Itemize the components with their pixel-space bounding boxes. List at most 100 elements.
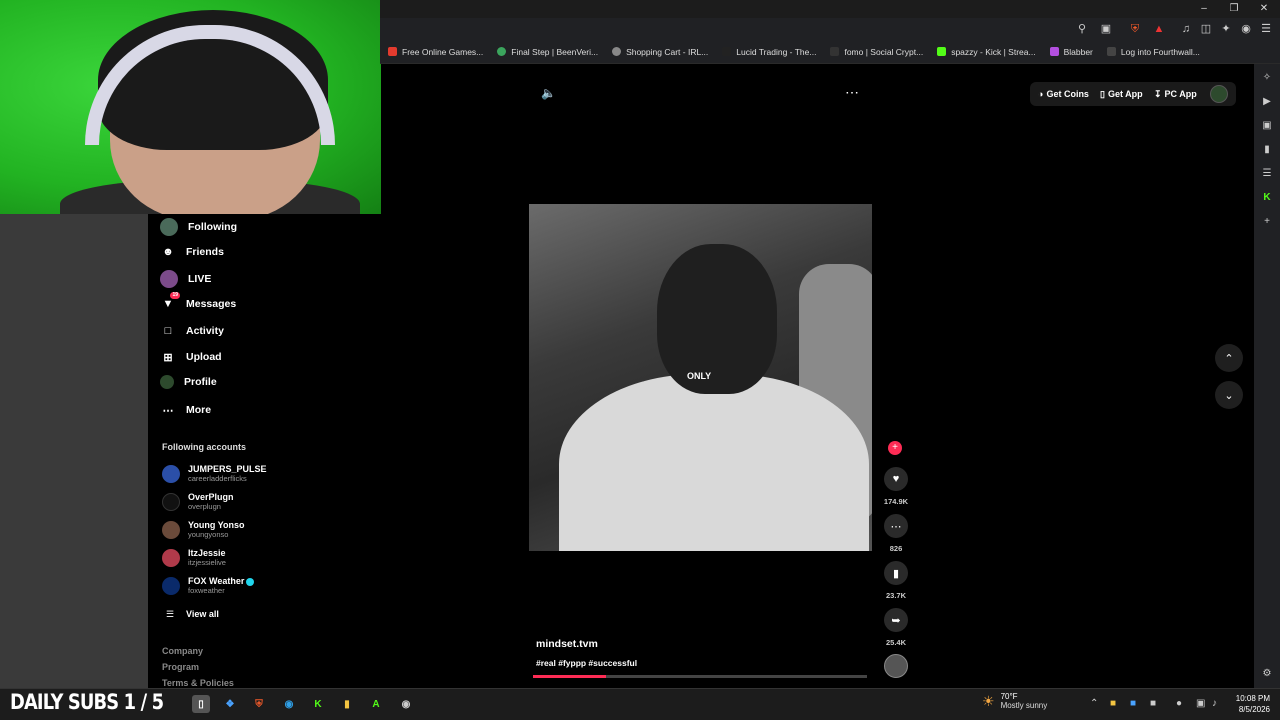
sidebar-item-friends[interactable]: ☻ Friends bbox=[160, 244, 224, 260]
search-icon[interactable]: ⚲ bbox=[1074, 21, 1090, 37]
sidebar-item-messages[interactable]: ▼ 19 Messages bbox=[160, 292, 236, 312]
heart-icon: ♥ bbox=[892, 473, 900, 485]
sidebar-item-label: Friends bbox=[186, 246, 224, 258]
video-progress-bar[interactable] bbox=[533, 675, 867, 678]
video-author[interactable]: mindset.tvm bbox=[536, 638, 598, 650]
brave-shield-icon[interactable]: ⛨ bbox=[1127, 21, 1143, 37]
bookmarks-side-icon[interactable]: ▮ bbox=[1259, 142, 1275, 158]
footer-link-company[interactable]: Company bbox=[162, 646, 203, 656]
more-options-icon[interactable]: ⋯ bbox=[845, 84, 859, 101]
tray-app-icon[interactable]: ■ bbox=[1110, 698, 1116, 709]
speaker-icon[interactable]: ♪ bbox=[1212, 698, 1217, 709]
sidebar-item-more[interactable]: ⋯ More bbox=[160, 402, 212, 418]
bookmark-favicon-icon bbox=[722, 47, 732, 56]
close-window-icon[interactable]: ✕ bbox=[1252, 1, 1276, 17]
minimize-icon[interactable]: – bbox=[1192, 1, 1216, 17]
network-icon[interactable]: ▣ bbox=[1196, 698, 1205, 709]
rewards-icon[interactable]: ▲ bbox=[1151, 21, 1167, 37]
bookmark-item[interactable]: Shopping Cart - IRL... bbox=[612, 47, 708, 57]
account-item[interactable]: Young Yonso youngyonso bbox=[162, 520, 245, 539]
bookmark-item[interactable]: fomo | Social Crypt... bbox=[830, 47, 923, 57]
account-item[interactable]: OverPlugn overplugn bbox=[162, 492, 234, 511]
cast-icon[interactable]: ▣ bbox=[1098, 21, 1114, 37]
account-handle: youngyonso bbox=[188, 530, 229, 539]
sidebar-item-upload[interactable]: ⊞ Upload bbox=[160, 349, 221, 365]
weather-widget[interactable]: ☀ 70°F Mostly sunny bbox=[982, 692, 1047, 710]
add-panel-icon[interactable]: + bbox=[1259, 214, 1275, 230]
restore-icon[interactable]: ❐ bbox=[1222, 1, 1246, 17]
sound-avatar[interactable] bbox=[884, 654, 908, 678]
save-button[interactable]: ▮ bbox=[884, 561, 908, 585]
edge-icon[interactable]: ◉ bbox=[280, 695, 298, 713]
account-item[interactable]: JUMPERS_PULSE careerladderflicks bbox=[162, 464, 267, 483]
share-icon: ➥ bbox=[891, 614, 901, 627]
volume-icon[interactable]: 🔈 bbox=[541, 86, 556, 100]
like-button[interactable]: ♥ bbox=[884, 467, 908, 491]
phone-icon: ▯ bbox=[1100, 88, 1105, 99]
video-progress-fill bbox=[533, 675, 607, 678]
bookmark-item[interactable]: Log into Fourthwall... bbox=[1106, 47, 1200, 57]
video-hashtags[interactable]: #real #fyppp #successful bbox=[536, 658, 637, 668]
footer-link-program[interactable]: Program bbox=[162, 662, 199, 672]
folder-icon[interactable]: ▮ bbox=[338, 695, 356, 713]
previous-video-button[interactable]: ⌃ bbox=[1215, 344, 1243, 372]
video-player[interactable]: ONLY bbox=[529, 204, 872, 551]
menu-icon[interactable]: ☰ bbox=[1258, 21, 1274, 37]
kick-icon[interactable]: K bbox=[1259, 190, 1275, 206]
get-coins-button[interactable]: ◑ Get Coins bbox=[1038, 86, 1089, 102]
next-video-button[interactable]: ⌄ bbox=[1215, 381, 1243, 409]
taskview-icon[interactable]: ▯ bbox=[192, 695, 210, 713]
account-name: JUMPERS_PULSE bbox=[188, 464, 267, 474]
bookmark-label: spazzy - Kick | Strea... bbox=[951, 46, 1036, 57]
sidebar-item-profile[interactable]: Profile bbox=[160, 375, 217, 389]
chevron-up-icon: ⌃ bbox=[1224, 352, 1234, 365]
account-item[interactable]: ItzJessie itzjessielive bbox=[162, 548, 226, 567]
vpn-icon[interactable]: ◉ bbox=[1238, 21, 1254, 37]
extensions-icon[interactable]: ✦ bbox=[1218, 21, 1234, 37]
reading-list-icon[interactable]: ☰ bbox=[1259, 166, 1275, 182]
chevron-up-tray-icon[interactable]: ⌃ bbox=[1090, 698, 1098, 709]
leo-ai-icon[interactable]: ✧ bbox=[1259, 70, 1275, 86]
account-item[interactable]: FOX Weather foxweather bbox=[162, 576, 255, 595]
settings-gear-icon[interactable]: ⚙ bbox=[1259, 666, 1275, 682]
bookmark-item[interactable]: Free Online Games... bbox=[388, 47, 483, 57]
wallet-icon[interactable]: ◫ bbox=[1198, 21, 1214, 37]
sidebar-item-live[interactable]: LIVE bbox=[160, 270, 211, 288]
brave-icon[interactable]: ⛨ bbox=[250, 695, 268, 713]
messages-icon: ▼ 19 bbox=[162, 292, 180, 310]
kick-taskbar-icon[interactable]: K bbox=[309, 695, 327, 713]
clock-time: 10:08 PM bbox=[1235, 694, 1270, 703]
follow-plus-icon[interactable]: + bbox=[888, 441, 902, 455]
get-app-button[interactable]: ▯ Get App bbox=[1100, 86, 1143, 102]
comment-button[interactable]: ⋯ bbox=[884, 514, 908, 538]
account-name-text: FOX Weather bbox=[188, 576, 245, 586]
share-button[interactable]: ➥ bbox=[884, 608, 908, 632]
pc-app-button[interactable]: ↧ PC App bbox=[1154, 86, 1197, 102]
account-handle: itzjessielive bbox=[188, 558, 226, 567]
account-name: Young Yonso bbox=[188, 520, 245, 530]
account-name: FOX Weather bbox=[188, 576, 255, 586]
obs-icon[interactable]: ◉ bbox=[397, 695, 415, 713]
wallet-side-icon[interactable]: ▣ bbox=[1259, 118, 1275, 134]
footer-link-terms[interactable]: Terms & Policies bbox=[162, 678, 234, 688]
app-a-icon[interactable]: A bbox=[367, 695, 385, 713]
app-icon[interactable]: ❖ bbox=[221, 695, 239, 713]
verified-badge-icon bbox=[246, 577, 255, 586]
sidebar-item-activity[interactable]: □ Activity bbox=[160, 323, 224, 339]
coin-icon: ◑ bbox=[1038, 89, 1044, 99]
bookmark-item[interactable]: Blabber bbox=[1049, 47, 1093, 57]
microphone-icon[interactable]: ● bbox=[1176, 698, 1182, 709]
tray-app-icon[interactable]: ■ bbox=[1130, 698, 1136, 709]
media-icon[interactable]: ▶ bbox=[1259, 94, 1275, 110]
bookmark-item[interactable]: Final Step | BeenVeri... bbox=[497, 47, 598, 57]
sidebar-item-following[interactable]: Following bbox=[160, 218, 237, 236]
bookmark-item[interactable]: Lucid Trading - The... bbox=[722, 47, 816, 57]
user-avatar[interactable] bbox=[1210, 85, 1228, 103]
view-all-link[interactable]: ☰ View all bbox=[162, 606, 219, 622]
clock[interactable]: 10:08 PM 8/5/2026 bbox=[1222, 693, 1270, 715]
music-icon[interactable]: ♫ bbox=[1178, 21, 1194, 37]
bookmark-item[interactable]: spazzy - Kick | Strea... bbox=[937, 46, 1036, 57]
following-avatar-icon bbox=[160, 218, 178, 236]
chevron-down-icon: ⌄ bbox=[1224, 389, 1234, 402]
tray-app-icon[interactable]: ■ bbox=[1150, 698, 1156, 709]
